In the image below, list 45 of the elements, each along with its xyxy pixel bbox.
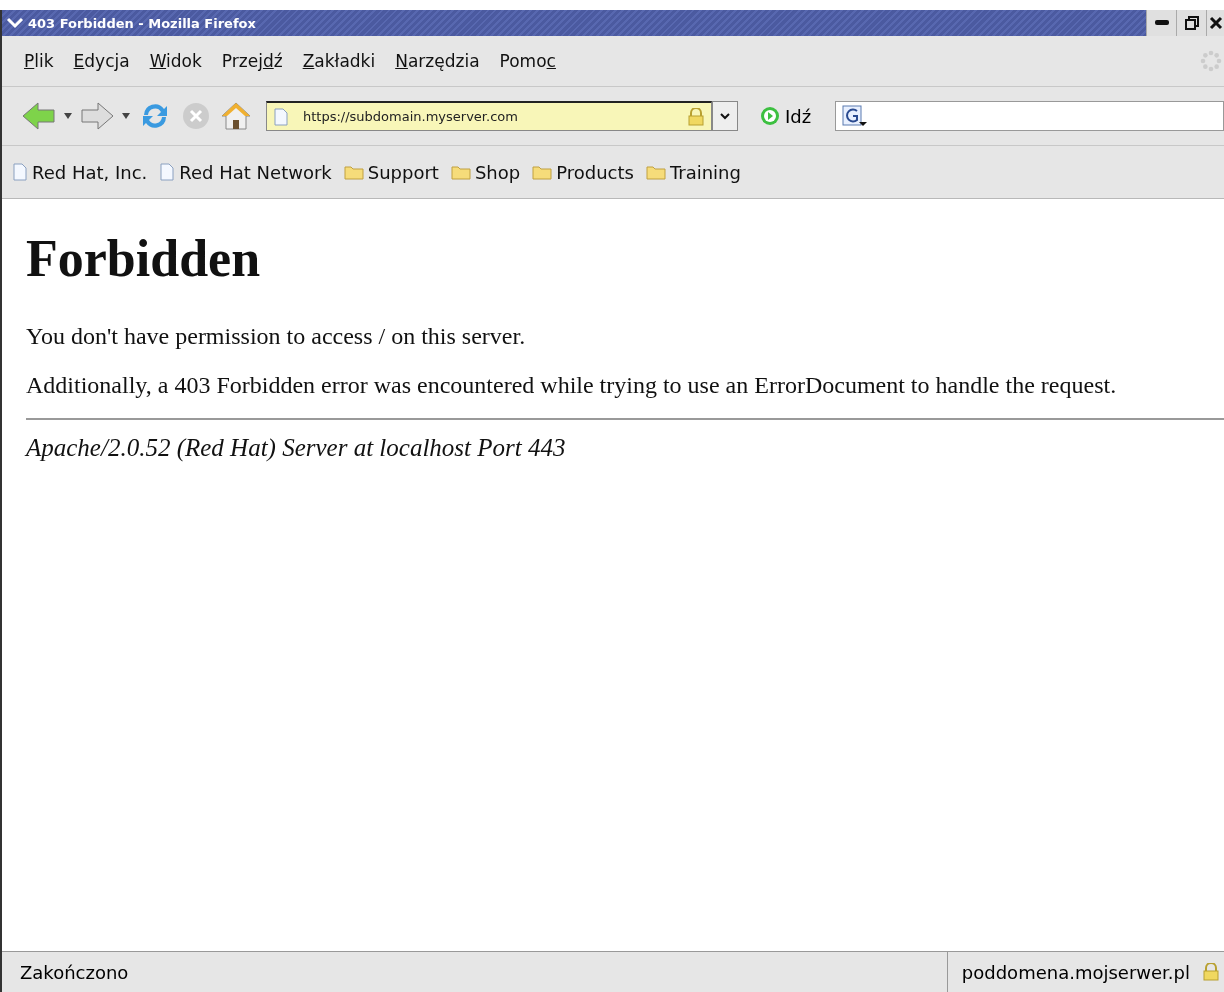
page-icon xyxy=(12,163,28,181)
paragraph: Additionally, a 403 Forbidden error was encountered while trying to use an ErrorDocument to handle the request. xyxy=(26,371,1118,401)
folder-icon xyxy=(532,164,553,180)
menu-item[interactable]: Edycja xyxy=(65,49,138,73)
close-icon xyxy=(1208,16,1223,30)
search-field[interactable] xyxy=(835,101,1224,131)
bookmark-item[interactable]: Shop xyxy=(450,161,521,183)
restore-icon xyxy=(1184,16,1199,30)
bookmark-item[interactable]: Red Hat, Inc. xyxy=(12,161,148,183)
window-title: 403 Forbidden - Mozilla Firefox xyxy=(28,15,257,31)
menu-item[interactable]: Narzędzia xyxy=(387,49,488,73)
menu-item[interactable]: Plik xyxy=(16,49,62,73)
menu-item[interactable]: Widok xyxy=(141,49,210,73)
page-heading: Forbidden xyxy=(26,229,262,288)
folder-icon xyxy=(343,164,364,180)
close-button[interactable] xyxy=(1206,10,1224,36)
caret-icon[interactable] xyxy=(64,113,72,119)
go-button[interactable]: Idź xyxy=(754,104,818,128)
maximize-button[interactable] xyxy=(1176,10,1206,36)
minimize-button[interactable] xyxy=(1146,10,1176,36)
page-icon xyxy=(273,107,289,126)
throbber-icon xyxy=(1200,50,1222,72)
folder-icon xyxy=(645,164,666,180)
play-icon xyxy=(760,106,780,126)
bookmark-item[interactable]: Support xyxy=(343,161,439,183)
bookmark-item[interactable]: Red Hat Network xyxy=(159,161,332,183)
dropdown-button[interactable] xyxy=(712,101,738,131)
menu-item[interactable]: Przejdź xyxy=(213,49,291,73)
folder-icon xyxy=(450,164,471,180)
menu-item[interactable]: Zakładki xyxy=(294,49,384,73)
home-button[interactable] xyxy=(220,101,252,131)
caret-icon[interactable] xyxy=(122,113,130,119)
chevron-down-icon xyxy=(720,112,730,120)
bookmark-item[interactable]: Products xyxy=(532,161,634,183)
menu-item[interactable]: Pomoc xyxy=(491,49,564,73)
status-text: Zakończono xyxy=(2,952,948,992)
server-signature: Apache/2.0.52 (Red Hat) Server at localhost Port 443 xyxy=(26,434,567,463)
address-field[interactable]: https://subdomain.myserver.com xyxy=(266,101,712,131)
search-engine-icon[interactable] xyxy=(842,105,869,127)
minimize-icon xyxy=(1154,20,1169,26)
page-icon xyxy=(159,163,176,181)
paragraph: You don't have permission to access / on this server. xyxy=(26,322,527,351)
status-host: poddomena.mojserwer.pl xyxy=(960,961,1191,983)
window-menu-icon[interactable] xyxy=(6,16,24,30)
bookmark-item[interactable]: Training xyxy=(645,161,741,183)
